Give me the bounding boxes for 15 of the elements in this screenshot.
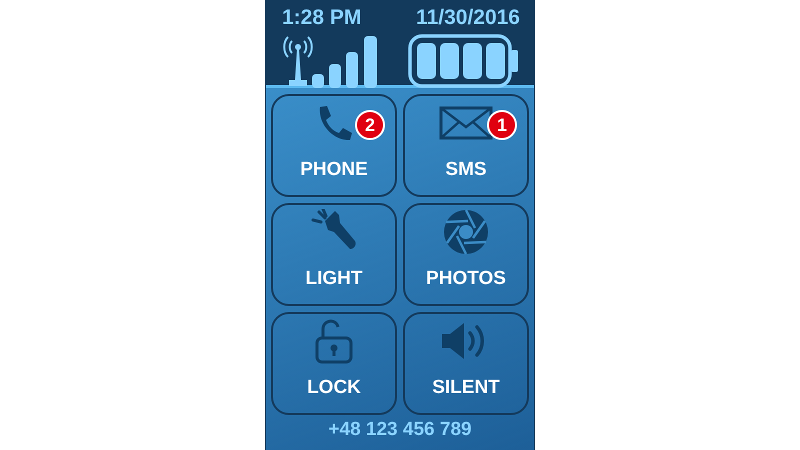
aperture-icon xyxy=(442,208,490,256)
notification-badge: 1 xyxy=(487,110,517,140)
app-tile-button[interactable]: SMS 1 xyxy=(403,94,529,197)
app-tile-button[interactable]: SILENT xyxy=(403,312,529,415)
app-tile-button[interactable]: PHONE 2 xyxy=(271,94,397,197)
unlocked-padlock-icon xyxy=(314,318,354,364)
battery-icon xyxy=(408,34,520,88)
envelope-icon xyxy=(439,105,493,141)
app-tile-button[interactable]: LOCK xyxy=(271,312,397,415)
app-tile-button[interactable]: LIGHT xyxy=(271,203,397,306)
clock-time: 1:28 PM xyxy=(282,6,362,30)
phone-number: +48 123 456 789 xyxy=(327,419,473,441)
notification-badge: 2 xyxy=(355,110,385,140)
date: 11/30/2016 xyxy=(416,6,520,30)
app-tile-button[interactable]: PHOTOS xyxy=(403,203,529,306)
